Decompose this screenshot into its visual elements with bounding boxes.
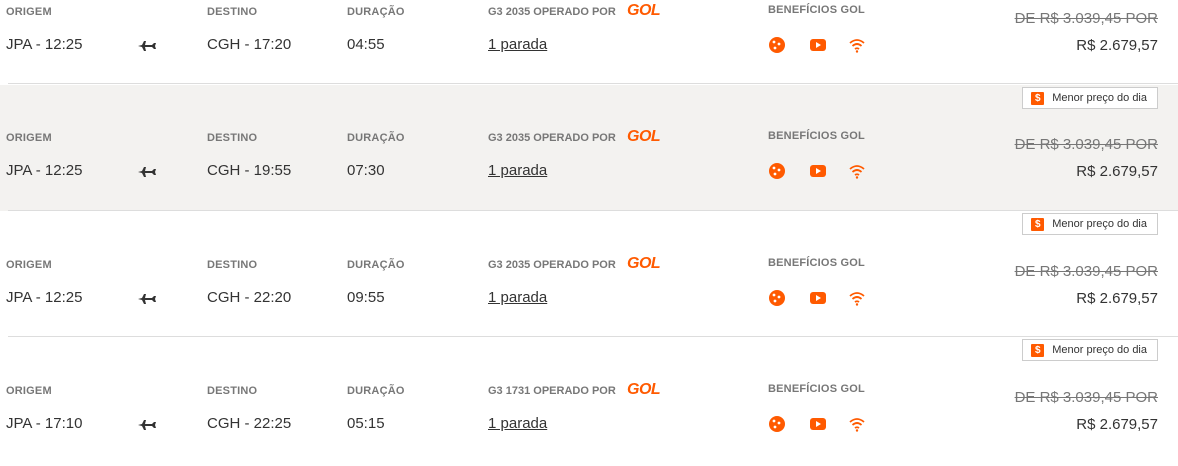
destination-value: CGH - 17:20 <box>207 36 292 53</box>
destination-label: DESTINO <box>207 6 258 18</box>
cookie-icon <box>769 37 785 53</box>
origin-value: JPA - 12:25 <box>6 289 83 306</box>
wifi-icon <box>849 418 865 432</box>
badge-label: Menor preço do dia <box>1052 344 1147 356</box>
youtube-icon <box>810 292 826 304</box>
flight-row[interactable]: $ Menor preço do dia ORIGEM JPA - 12:25 … <box>0 211 1178 337</box>
flight-results-list: ORIGEM JPA - 12:25 DESTINO CGH - 17:20 D… <box>0 0 1178 466</box>
plane-icon <box>138 294 156 304</box>
destination-value: CGH - 22:25 <box>207 415 292 432</box>
origin-value: JPA - 12:25 <box>6 36 83 53</box>
gol-logo: GOL <box>627 128 661 145</box>
row-divider <box>8 83 1178 84</box>
duration-value: 09:55 <box>347 289 385 306</box>
current-price: R$ 2.679,57 <box>1076 290 1158 307</box>
gol-logo: GOL <box>627 255 661 272</box>
origin-value: JPA - 17:10 <box>6 415 83 432</box>
stops-link[interactable]: 1 parada <box>488 36 547 53</box>
flight-row[interactable]: $ Menor preço do dia ORIGEM JPA - 12:25 … <box>0 85 1178 211</box>
dollar-icon: $ <box>1031 343 1045 357</box>
destination-value: CGH - 22:20 <box>207 289 292 306</box>
destination-label: DESTINO <box>207 385 258 397</box>
old-price: DE R$ 3.039,45 POR <box>1014 136 1158 153</box>
benefits-label: BENEFÍCIOS GOL <box>768 4 865 16</box>
benefits-label: BENEFÍCIOS GOL <box>768 383 865 395</box>
duration-value: 04:55 <box>347 36 385 53</box>
stops-link[interactable]: 1 parada <box>488 162 547 179</box>
badge-label: Menor preço do dia <box>1052 92 1147 104</box>
old-price: DE R$ 3.039,45 POR <box>1014 263 1158 280</box>
flight-number: G3 2035 OPERADO POR <box>488 259 616 271</box>
origin-value: JPA - 12:25 <box>6 162 83 179</box>
cookie-icon <box>769 290 785 306</box>
dollar-icon: $ <box>1031 91 1045 105</box>
plane-icon <box>138 420 156 430</box>
origin-label: ORIGEM <box>6 6 52 18</box>
stops-link[interactable]: 1 parada <box>488 415 547 432</box>
duration-value: 05:15 <box>347 415 385 432</box>
benefits-label: BENEFÍCIOS GOL <box>768 257 865 269</box>
lowest-price-badge: $ Menor preço do dia <box>1022 339 1158 361</box>
dollar-icon: $ <box>1031 217 1045 231</box>
duration-label: DURAÇÃO <box>347 6 405 18</box>
duration-label: DURAÇÃO <box>347 259 405 271</box>
current-price: R$ 2.679,57 <box>1076 37 1158 54</box>
current-price: R$ 2.679,57 <box>1076 163 1158 180</box>
wifi-icon <box>849 292 865 306</box>
gol-logo: GOL <box>627 381 661 398</box>
lowest-price-badge: $ Menor preço do dia <box>1022 213 1158 235</box>
wifi-icon <box>849 39 865 53</box>
cookie-icon <box>769 416 785 432</box>
duration-value: 07:30 <box>347 162 385 179</box>
destination-label: DESTINO <box>207 259 258 271</box>
flight-row[interactable]: $ Menor preço do dia ORIGEM JPA - 17:10 … <box>0 337 1178 463</box>
gol-logo: GOL <box>627 2 661 19</box>
destination-value: CGH - 19:55 <box>207 162 292 179</box>
plane-icon <box>138 41 156 51</box>
old-price: DE R$ 3.039,45 POR <box>1014 389 1158 406</box>
origin-label: ORIGEM <box>6 132 52 144</box>
badge-label: Menor preço do dia <box>1052 218 1147 230</box>
youtube-icon <box>810 418 826 430</box>
duration-label: DURAÇÃO <box>347 385 405 397</box>
flight-row[interactable]: ORIGEM JPA - 12:25 DESTINO CGH - 17:20 D… <box>0 0 1178 84</box>
cookie-icon <box>769 163 785 179</box>
plane-icon <box>138 167 156 177</box>
origin-label: ORIGEM <box>6 385 52 397</box>
current-price: R$ 2.679,57 <box>1076 416 1158 433</box>
duration-label: DURAÇÃO <box>347 132 405 144</box>
flight-number: G3 2035 OPERADO POR <box>488 6 616 18</box>
origin-label: ORIGEM <box>6 259 52 271</box>
youtube-icon <box>810 39 826 51</box>
wifi-icon <box>849 165 865 179</box>
flight-number: G3 2035 OPERADO POR <box>488 132 616 144</box>
stops-link[interactable]: 1 parada <box>488 289 547 306</box>
old-price: DE R$ 3.039,45 POR <box>1014 10 1158 27</box>
benefits-label: BENEFÍCIOS GOL <box>768 130 865 142</box>
lowest-price-badge: $ Menor preço do dia <box>1022 87 1158 109</box>
youtube-icon <box>810 165 826 177</box>
destination-label: DESTINO <box>207 132 258 144</box>
flight-number: G3 1731 OPERADO POR <box>488 385 616 397</box>
